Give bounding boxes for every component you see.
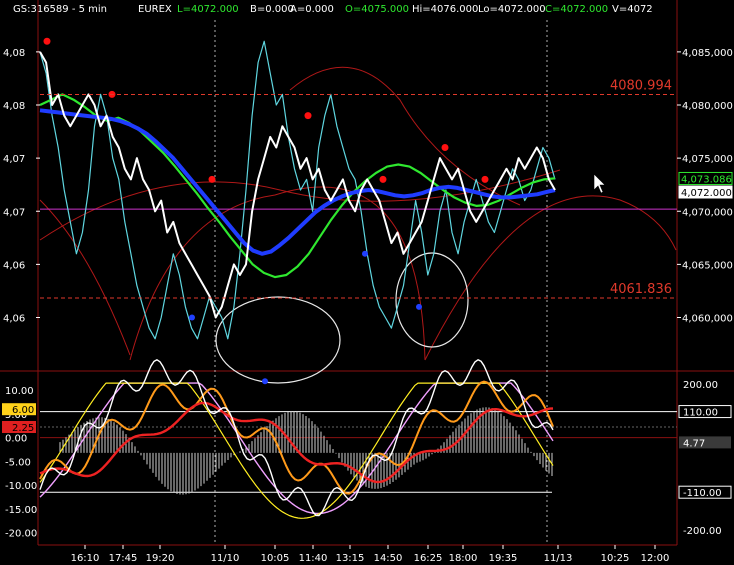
x-tick-5: 11:40 bbox=[299, 553, 328, 564]
marker-red-6 bbox=[481, 175, 489, 183]
price-tick-left-5: 4,06 bbox=[3, 314, 25, 325]
header-close: C=4072.000 bbox=[545, 4, 608, 15]
price-tick-right-3: 4,070,000 bbox=[682, 207, 733, 218]
price-badge-1: 4,072.000 bbox=[681, 188, 732, 199]
price-tick-left-1: 4,08 bbox=[3, 101, 25, 112]
marker-red-2 bbox=[208, 175, 216, 183]
trading-chart[interactable]: GS:316589 - 5 min EUREX L=4072.000 B=0.0… bbox=[0, 0, 734, 565]
x-tick-6: 13:15 bbox=[336, 553, 365, 564]
x-tick-1: 17:45 bbox=[109, 553, 138, 564]
price-tick-left-2: 4,07 bbox=[3, 154, 25, 165]
x-tick-12: 10:25 bbox=[601, 553, 630, 564]
level-label-1: 4061.836 bbox=[610, 282, 672, 297]
osc-tick-right-4: -200.00 bbox=[683, 526, 722, 537]
x-tick-13: 12:00 bbox=[641, 553, 670, 564]
level-label-0: 4080.994 bbox=[610, 78, 672, 93]
header-symbol: GS:316589 - 5 min bbox=[13, 4, 107, 15]
price-tick-right-4: 4,065,000 bbox=[682, 260, 733, 271]
x-tick-2: 19:20 bbox=[146, 553, 175, 564]
header-bid: B=0.000 bbox=[250, 4, 294, 15]
x-tick-11: 11/13 bbox=[544, 553, 573, 564]
header-low: Lo=4072.000 bbox=[478, 4, 546, 15]
x-tick-3: 11/10 bbox=[211, 553, 240, 564]
header-exchange: EUREX bbox=[138, 4, 172, 15]
header-last: L=4072.000 bbox=[177, 4, 239, 15]
price-tick-right-0: 4,085,000 bbox=[682, 48, 733, 59]
osc-badge-1: 2.25 bbox=[12, 423, 34, 434]
marker-blue-0 bbox=[189, 314, 195, 321]
osc-badge-0: 6.00 bbox=[12, 405, 34, 416]
header-open: O=4075.000 bbox=[345, 4, 409, 15]
price-badges: 4,073.086 4,072.000 bbox=[678, 171, 733, 199]
price-badge-0: 4,073.086 bbox=[681, 174, 732, 185]
osc-tick-right-2: 4.77 bbox=[683, 438, 705, 449]
marker-red-4 bbox=[379, 175, 387, 183]
marker-blue-2 bbox=[362, 250, 368, 257]
header-high: Hi=4076.000 bbox=[412, 4, 478, 15]
x-tick-10: 19:35 bbox=[489, 553, 518, 564]
price-tick-left-4: 4,06 bbox=[3, 260, 25, 271]
marker-blue-1 bbox=[262, 378, 268, 385]
price-tick-right-2: 4,075,000 bbox=[682, 154, 733, 165]
x-tick-8: 16:25 bbox=[414, 553, 443, 564]
price-tick-left-0: 4,08 bbox=[3, 48, 25, 59]
x-tick-7: 14:50 bbox=[374, 553, 403, 564]
osc-tick-right-0: 200.00 bbox=[683, 380, 718, 391]
marker-blue-3 bbox=[416, 303, 422, 310]
osc-tick-left-0: 10.00 bbox=[5, 386, 34, 397]
marker-red-0 bbox=[43, 37, 51, 45]
header-volume: V=4072 bbox=[612, 4, 653, 15]
x-tick-9: 18:00 bbox=[449, 553, 478, 564]
marker-red-5 bbox=[441, 144, 449, 151]
header-ask: A=0.000 bbox=[290, 4, 334, 15]
osc-tick-left-6: -20.00 bbox=[5, 529, 37, 540]
x-tick-0: 16:10 bbox=[71, 553, 100, 564]
price-tick-right-5: 4,060,000 bbox=[682, 314, 733, 325]
marker-red-3 bbox=[304, 112, 312, 120]
price-tick-right-1: 4,080,000 bbox=[682, 101, 733, 112]
osc-tick-left-4: -10.00 bbox=[5, 481, 37, 492]
osc-tick-left-5: -15.00 bbox=[5, 505, 37, 516]
osc-tick-right-1: 110.00 bbox=[683, 408, 718, 419]
x-tick-4: 10:05 bbox=[261, 553, 290, 564]
price-tick-left-3: 4,07 bbox=[3, 207, 25, 218]
osc-tick-left-2: 0.00 bbox=[5, 434, 27, 445]
osc-tick-right-3: -110.00 bbox=[683, 488, 722, 499]
osc-tick-left-3: -5.00 bbox=[5, 457, 31, 468]
